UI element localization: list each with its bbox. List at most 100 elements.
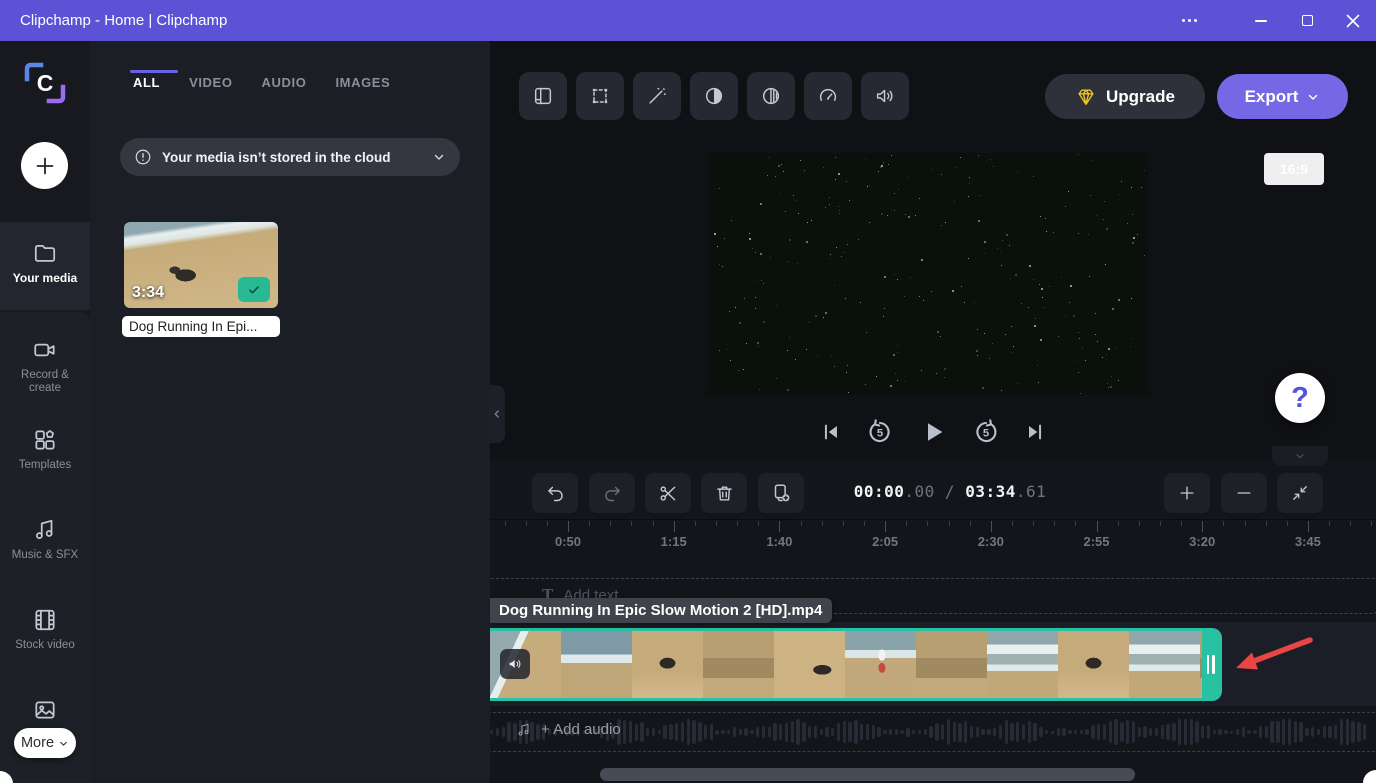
adjust-colors-button[interactable] bbox=[690, 72, 738, 120]
media-item-name: Dog Running In Epi... bbox=[122, 316, 280, 337]
redo-button[interactable] bbox=[589, 473, 635, 513]
media-item-thumbnail[interactable]: 3:34 bbox=[124, 222, 278, 308]
sidebar-item-stock-images[interactable] bbox=[0, 697, 90, 723]
export-button[interactable]: Export bbox=[1217, 74, 1348, 119]
svg-text:C: C bbox=[37, 70, 54, 96]
undo-button[interactable] bbox=[532, 473, 578, 513]
clip-audio-badge[interactable] bbox=[500, 649, 530, 679]
upgrade-label: Upgrade bbox=[1106, 87, 1175, 107]
sidebar-item-record-create[interactable]: Record & create bbox=[0, 337, 90, 395]
sidebar-item-music-sfx[interactable]: Music & SFX bbox=[0, 517, 90, 562]
filters-icon bbox=[760, 85, 782, 107]
window-more-button[interactable] bbox=[1166, 0, 1212, 41]
play-icon bbox=[918, 417, 948, 447]
aspect-ratio-button[interactable]: 16:9 bbox=[1264, 153, 1324, 185]
undo-icon bbox=[545, 483, 566, 504]
tab-audio[interactable]: AUDIO bbox=[262, 75, 307, 90]
audio-button[interactable] bbox=[861, 72, 909, 120]
clip-trim-handle-right[interactable] bbox=[1202, 631, 1219, 698]
close-icon bbox=[1346, 14, 1360, 28]
maximize-icon bbox=[1302, 15, 1313, 26]
speed-button[interactable] bbox=[804, 72, 852, 120]
window-minimize-button[interactable] bbox=[1238, 0, 1284, 41]
zoom-out-button[interactable] bbox=[1221, 473, 1267, 513]
zoom-fit-button[interactable] bbox=[1277, 473, 1323, 513]
collapse-preview-tab[interactable] bbox=[1272, 446, 1328, 466]
clip-filmstrip bbox=[490, 631, 1222, 698]
preview-pane: Upgrade Export 16:9 5 5 ? bbox=[490, 41, 1376, 460]
forward-5-button[interactable]: 5 bbox=[971, 417, 1001, 447]
play-button[interactable] bbox=[918, 417, 948, 447]
sidebar-item-your-media[interactable]: Your media bbox=[0, 222, 90, 310]
ellipsis-icon bbox=[1182, 19, 1197, 22]
media-duration-badge: 3:34 bbox=[132, 284, 164, 302]
skip-to-end-button[interactable] bbox=[1024, 421, 1046, 443]
chevron-down-icon bbox=[1306, 90, 1320, 104]
zoom-in-button[interactable] bbox=[1164, 473, 1210, 513]
window-close-button[interactable] bbox=[1330, 0, 1376, 41]
sidebar-item-label: Your media bbox=[0, 272, 90, 285]
window-maximize-button[interactable] bbox=[1284, 0, 1330, 41]
crop-button[interactable] bbox=[576, 72, 624, 120]
window-controls bbox=[1166, 0, 1376, 41]
window-title: Clipchamp - Home | Clipchamp bbox=[20, 12, 227, 29]
cloud-storage-notice[interactable]: Your media isn’t stored in the cloud bbox=[120, 138, 460, 176]
duplicate-icon bbox=[770, 482, 792, 504]
sidebar-item-label: Record & create bbox=[0, 369, 90, 395]
sidebar-item-templates[interactable]: Templates bbox=[0, 427, 90, 472]
filters-button[interactable] bbox=[747, 72, 795, 120]
scissors-icon bbox=[658, 483, 679, 504]
delete-button[interactable] bbox=[701, 473, 747, 513]
edit-toolbar bbox=[519, 72, 909, 120]
skip-to-start-button[interactable] bbox=[820, 421, 842, 443]
layout-button[interactable] bbox=[519, 72, 567, 120]
plus-icon bbox=[33, 154, 57, 178]
help-button[interactable]: ? bbox=[1275, 373, 1325, 423]
timecode-current-frac: .00 bbox=[904, 482, 934, 501]
duplicate-button[interactable] bbox=[758, 473, 804, 513]
timecode-display: 00:00.00 / 03:34.61 bbox=[850, 482, 1050, 501]
playback-controls: 5 5 bbox=[490, 417, 1376, 447]
added-check-badge bbox=[238, 277, 270, 302]
clip-name-tooltip: Dog Running In Epic Slow Motion 2 [HD].m… bbox=[490, 598, 832, 623]
auto-enhance-button[interactable] bbox=[633, 72, 681, 120]
chevron-down-icon bbox=[1293, 450, 1307, 462]
clipchamp-logo: C bbox=[20, 58, 70, 108]
music-note-icon bbox=[516, 722, 532, 738]
diamond-icon bbox=[1075, 86, 1097, 108]
crop-icon bbox=[589, 85, 611, 107]
svg-text:5: 5 bbox=[877, 428, 883, 440]
timecode-separator: / bbox=[935, 482, 965, 501]
add-audio-label: + Add audio bbox=[541, 721, 621, 738]
notice-text: Your media isn’t stored in the cloud bbox=[162, 150, 422, 165]
add-media-button[interactable] bbox=[21, 142, 68, 189]
more-label: More bbox=[21, 735, 54, 751]
chevron-down-icon bbox=[432, 150, 446, 164]
video-preview[interactable] bbox=[708, 153, 1148, 395]
chevron-down-icon bbox=[58, 738, 69, 749]
tab-video[interactable]: VIDEO bbox=[189, 75, 232, 90]
rewind-5-button[interactable]: 5 bbox=[865, 417, 895, 447]
more-button[interactable]: More bbox=[14, 728, 76, 758]
split-button[interactable] bbox=[645, 473, 691, 513]
media-item-name-text: Dog Running In Epi... bbox=[129, 319, 257, 334]
clipchamp-app: Clipchamp - Home | Clipchamp C bbox=[0, 0, 1376, 783]
timeline-ruler[interactable]: 0:501:151:402:052:302:553:203:45 bbox=[490, 521, 1376, 563]
tab-images[interactable]: IMAGES bbox=[335, 75, 390, 90]
timeline-horizontal-scrollbar[interactable] bbox=[600, 768, 1135, 781]
titlebar: Clipchamp - Home | Clipchamp bbox=[0, 0, 1376, 41]
media-tabs: ALL VIDEO AUDIO IMAGES bbox=[133, 75, 390, 90]
upgrade-button[interactable]: Upgrade bbox=[1045, 74, 1205, 119]
speed-gauge-icon bbox=[817, 85, 839, 107]
sidebar-item-stock-video[interactable]: Stock video bbox=[0, 607, 90, 652]
timecode-total-frac: .61 bbox=[1016, 482, 1046, 501]
tab-all[interactable]: ALL bbox=[133, 75, 160, 90]
timeline-video-clip[interactable] bbox=[490, 628, 1222, 701]
film-icon bbox=[0, 607, 90, 633]
add-audio-placeholder[interactable]: + Add audio bbox=[516, 721, 621, 738]
minus-icon bbox=[1234, 483, 1254, 503]
panel-collapse-handle[interactable] bbox=[488, 385, 505, 443]
chevron-left-icon bbox=[491, 408, 503, 420]
sidebar: C Your media Record & create Templates bbox=[0, 41, 90, 783]
check-icon bbox=[246, 283, 262, 297]
